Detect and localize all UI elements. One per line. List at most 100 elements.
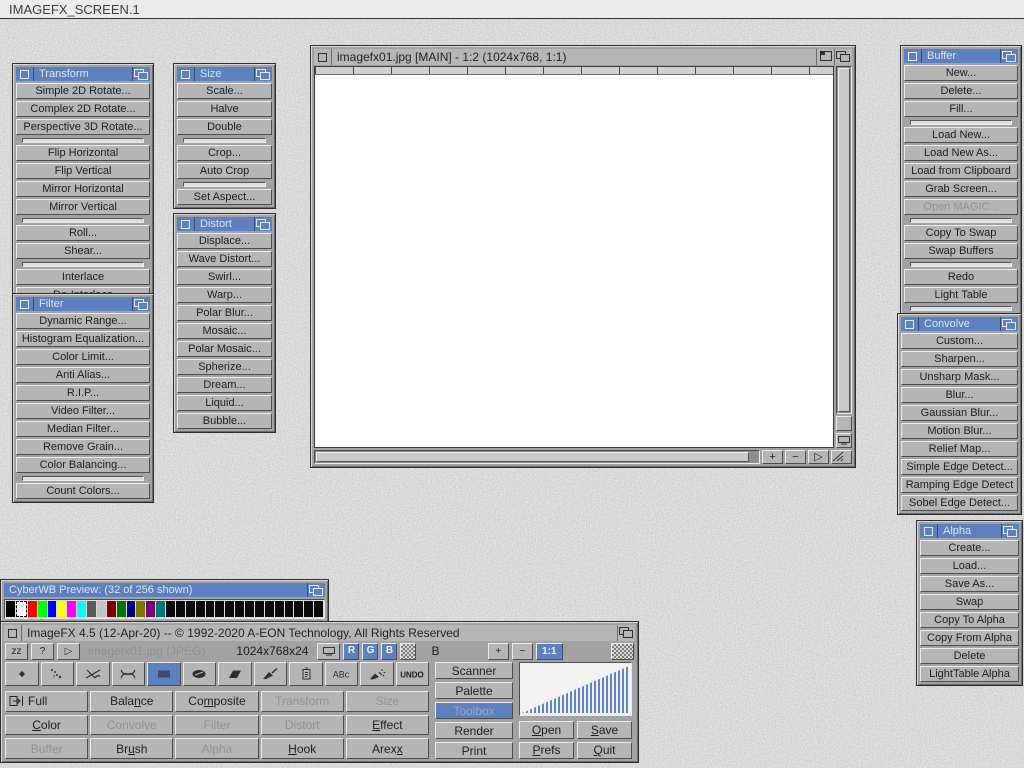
mode-render-button[interactable]: Render <box>435 722 513 739</box>
close-gadget[interactable] <box>314 49 332 65</box>
play-button[interactable]: ▷ <box>808 450 829 464</box>
grab-screen-button[interactable]: Grab Screen... <box>904 181 1018 197</box>
zoom-ratio-button[interactable]: 1:1 <box>536 643 563 660</box>
convolve-titlebar[interactable]: Convolve <box>901 317 1018 331</box>
preview-thumbnail[interactable] <box>611 643 634 660</box>
depth-gadget[interactable] <box>132 297 150 311</box>
mode-scanner-button[interactable]: Scanner <box>435 662 513 679</box>
load-new-button[interactable]: Load New... <box>904 127 1018 143</box>
help-button[interactable]: ? <box>31 643 54 660</box>
color-swatch[interactable] <box>294 601 303 617</box>
remove-grain-button[interactable]: Remove Grain... <box>16 439 150 455</box>
copy-to-swap-button[interactable]: Copy To Swap <box>904 225 1018 241</box>
custom-button[interactable]: Custom... <box>901 333 1018 349</box>
dot-tool-button[interactable] <box>5 662 39 686</box>
color-swatch[interactable] <box>117 601 126 617</box>
depth-gadget[interactable] <box>1001 524 1019 538</box>
delete-button[interactable]: Delete... <box>904 83 1018 99</box>
screen-mode-button[interactable] <box>836 433 852 448</box>
simple-2d-rotate-button[interactable]: Simple 2D Rotate... <box>16 83 150 99</box>
color-swatch[interactable] <box>176 601 185 617</box>
color-swatch[interactable] <box>87 601 96 617</box>
color-swatch[interactable] <box>215 601 224 617</box>
color-swatch[interactable] <box>146 601 155 617</box>
set-aspect-button[interactable]: Set Aspect... <box>177 189 272 205</box>
brush-button[interactable]: Brush <box>90 738 173 759</box>
close-gadget[interactable] <box>4 625 22 641</box>
median-filter-button[interactable]: Median Filter... <box>16 421 150 437</box>
polar-mosaic-button[interactable]: Polar Mosaic... <box>177 341 272 357</box>
copy-from-alpha-button[interactable]: Copy From Alpha <box>920 630 1019 646</box>
resize-gadget[interactable] <box>831 450 852 464</box>
mode-print-button[interactable]: Print <box>435 742 513 759</box>
transform-titlebar[interactable]: Transform <box>16 67 150 81</box>
alpha-delete-button[interactable]: Delete <box>920 648 1019 664</box>
green-channel-button[interactable]: G <box>362 643 378 660</box>
color-balancing-button[interactable]: Color Balancing... <box>16 457 150 473</box>
histogram-equalization-button[interactable]: Histogram Equalization... <box>16 331 150 347</box>
zoom-in-button[interactable]: + <box>488 643 509 660</box>
run-button[interactable]: ▷ <box>57 643 80 660</box>
swap-button[interactable]: Swap <box>920 594 1019 610</box>
freehand-tool-button[interactable] <box>41 662 75 686</box>
sobel-edge-detect-button[interactable]: Sobel Edge Detect... <box>901 495 1018 511</box>
fill-button[interactable]: Fill... <box>904 101 1018 117</box>
depth-gadget[interactable] <box>307 583 325 597</box>
mode-palette-button[interactable]: Palette <box>435 682 513 699</box>
quit-button[interactable]: Quit <box>577 742 632 760</box>
motion-blur-button[interactable]: Motion Blur... <box>901 423 1018 439</box>
warp-button[interactable]: Warp... <box>177 287 272 303</box>
horizontal-scrollbar-thumb[interactable] <box>316 452 749 462</box>
wave-distort-button[interactable]: Wave Distort... <box>177 251 272 267</box>
zoom-out-button[interactable]: − <box>512 643 533 660</box>
box-tool-button[interactable] <box>147 662 181 686</box>
color-button[interactable]: Color <box>5 715 88 736</box>
ramping-edge-detect-button[interactable]: Ramping Edge Detect <box>901 477 1018 493</box>
close-gadget[interactable] <box>177 67 195 81</box>
curve-tool-button[interactable] <box>112 662 146 686</box>
flip-horizontal-button[interactable]: Flip Horizontal <box>16 145 150 161</box>
red-channel-button[interactable]: R <box>343 643 359 660</box>
anti-alias-button[interactable]: Anti Alias... <box>16 367 150 383</box>
zoom-out-button[interactable]: − <box>785 450 806 464</box>
color-swatch-selected[interactable] <box>16 601 27 617</box>
auto-crop-button[interactable]: Auto Crop <box>177 163 272 179</box>
vertical-scrollbar-thumb[interactable] <box>838 68 850 412</box>
polygon-tool-button[interactable] <box>218 662 252 686</box>
composite-button[interactable]: Composite <box>175 691 258 712</box>
text-tool-button[interactable]: ABc <box>325 662 359 686</box>
swap-buffers-button[interactable]: Swap Buffers <box>904 243 1018 259</box>
depth-gadget[interactable] <box>132 67 150 81</box>
color-swatch[interactable] <box>156 601 165 617</box>
copy-to-alpha-button[interactable]: Copy To Alpha <box>920 612 1019 628</box>
dream-button[interactable]: Dream... <box>177 377 272 393</box>
arexx-button[interactable]: Arexx <box>346 738 429 759</box>
color-swatch[interactable] <box>166 601 175 617</box>
double-button[interactable]: Double <box>177 119 272 135</box>
balance-button[interactable]: Balance <box>90 691 173 712</box>
relief-map-button[interactable]: Relief Map... <box>901 441 1018 457</box>
effect-button[interactable]: Effect <box>346 715 429 736</box>
depth-gadget[interactable] <box>254 217 272 231</box>
unsharp-mask-button[interactable]: Unsharp Mask... <box>901 369 1018 385</box>
mirror-vertical-button[interactable]: Mirror Vertical <box>16 199 150 215</box>
sharpen-button[interactable]: Sharpen... <box>901 351 1018 367</box>
displace-button[interactable]: Displace... <box>177 233 272 249</box>
brush-tool-button[interactable] <box>254 662 288 686</box>
save-as-button[interactable]: Save As... <box>920 576 1019 592</box>
complex-2d-rotate-button[interactable]: Complex 2D Rotate... <box>16 101 150 117</box>
color-swatch[interactable] <box>107 601 116 617</box>
airbrush-tool-button[interactable] <box>360 662 394 686</box>
close-gadget[interactable] <box>16 297 34 311</box>
rip-button[interactable]: R.I.P... <box>16 385 150 401</box>
hook-button[interactable]: Hook <box>261 738 344 759</box>
color-swatch[interactable] <box>57 601 66 617</box>
image-window-titlebar[interactable]: imagefx01.jpg [MAIN] - 1:2 (1024x768, 1:… <box>314 49 852 65</box>
interlace-button[interactable]: Interlace <box>16 269 150 285</box>
color-swatch[interactable] <box>235 601 244 617</box>
shear-button[interactable]: Shear... <box>16 243 150 259</box>
depth-gadget[interactable] <box>834 49 852 65</box>
color-swatch[interactable] <box>225 601 234 617</box>
spherize-button[interactable]: Spherize... <box>177 359 272 375</box>
close-gadget[interactable] <box>920 524 938 538</box>
